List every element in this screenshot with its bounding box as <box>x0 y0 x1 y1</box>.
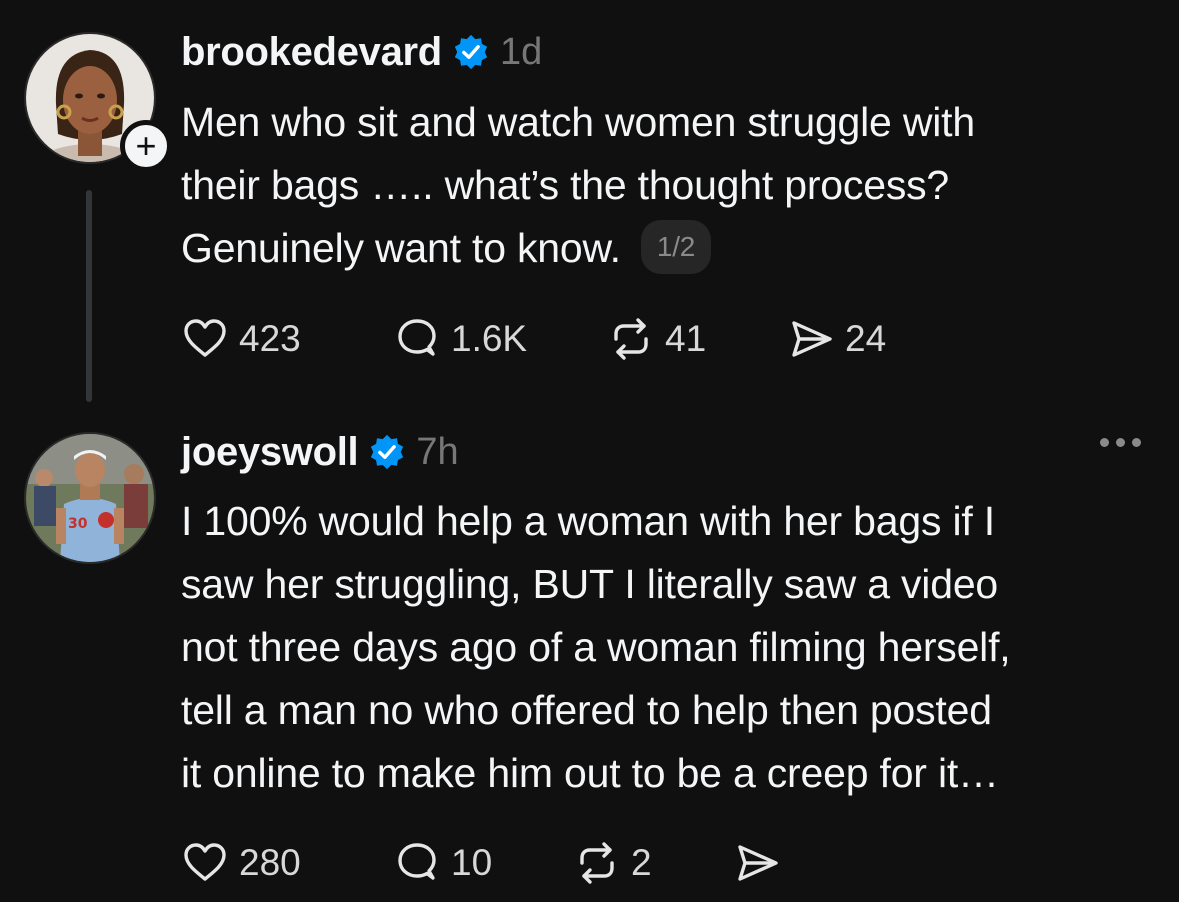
more-horizontal-icon <box>1100 438 1109 447</box>
thread-position-badge: 1/2 <box>640 220 712 275</box>
reply-count: 1.6K <box>451 318 528 359</box>
repost-icon <box>580 842 614 884</box>
thread-post: 30 joeyswoll 7h I 100% would help a woma… <box>0 410 1179 902</box>
verified-badge-icon <box>454 34 488 70</box>
reply-count: 10 <box>451 842 493 883</box>
comment-icon <box>398 843 436 880</box>
share-button[interactable]: 24 <box>787 315 886 363</box>
send-icon <box>738 845 778 881</box>
share-button[interactable] <box>733 839 781 887</box>
post-text-line: not three days ago of a woman filming he… <box>181 624 1011 670</box>
post-text-line: it online to make him out to be a creep … <box>181 750 999 796</box>
repost-button[interactable]: 41 <box>607 315 787 363</box>
comment-icon <box>398 319 436 356</box>
post-timestamp: 1d <box>499 30 543 73</box>
heart-icon <box>184 843 226 881</box>
post-text-line-content: Genuinely want to know. <box>181 225 621 271</box>
repost-icon <box>614 318 648 360</box>
post-actions: 280 10 2 <box>181 833 781 893</box>
post-text-line: I 100% would help a woman with her bags … <box>181 498 995 544</box>
follow-plus-icon[interactable]: + <box>120 120 172 172</box>
like-button[interactable]: 280 <box>181 839 393 887</box>
avatar[interactable]: + <box>24 32 172 172</box>
share-count: 24 <box>845 318 887 359</box>
thread-post: + brookedevard 1d Men who sit and watch … <box>0 0 1179 410</box>
post-timestamp: 7h <box>416 430 459 473</box>
verified-badge-icon <box>371 434 404 470</box>
post-header: brookedevard 1d <box>181 26 542 78</box>
post-text-line: tell a man no who offered to help then p… <box>181 687 992 733</box>
more-horizontal-icon <box>1132 438 1141 447</box>
reply-button[interactable]: 10 <box>393 839 573 887</box>
repost-button[interactable]: 2 <box>573 839 733 887</box>
heart-icon <box>184 319 226 357</box>
avatar-image: 30 <box>24 432 156 564</box>
thread-connector-line <box>86 190 92 402</box>
svg-text:30: 30 <box>68 516 88 532</box>
repost-count: 41 <box>665 318 707 359</box>
post-header: joeyswoll 7h <box>181 426 459 478</box>
post-text-line: Men who sit and watch women struggle wit… <box>181 99 975 145</box>
repost-count: 2 <box>631 842 652 883</box>
more-options-button[interactable] <box>1100 438 1141 447</box>
avatar[interactable]: 30 <box>24 432 156 564</box>
post-actions: 423 1.6K 41 24 <box>181 309 886 369</box>
username[interactable]: brookedevard <box>181 30 442 75</box>
post-text-line: saw her struggling, BUT I literally saw … <box>181 561 999 607</box>
username[interactable]: joeyswoll <box>181 430 359 475</box>
reply-button[interactable]: 1.6K <box>393 315 607 363</box>
post-text-line: Genuinely want to know. 1/2 <box>181 217 1141 280</box>
post-text-line: their bags ….. what’s the thought proces… <box>181 162 950 208</box>
post-text: I 100% would help a woman with her bags … <box>181 490 1141 805</box>
like-count: 280 <box>239 842 301 883</box>
like-count: 423 <box>239 318 301 359</box>
post-text: Men who sit and watch women struggle wit… <box>181 91 1141 280</box>
send-icon <box>792 321 832 357</box>
more-horizontal-icon <box>1116 438 1125 447</box>
like-button[interactable]: 423 <box>181 315 393 363</box>
